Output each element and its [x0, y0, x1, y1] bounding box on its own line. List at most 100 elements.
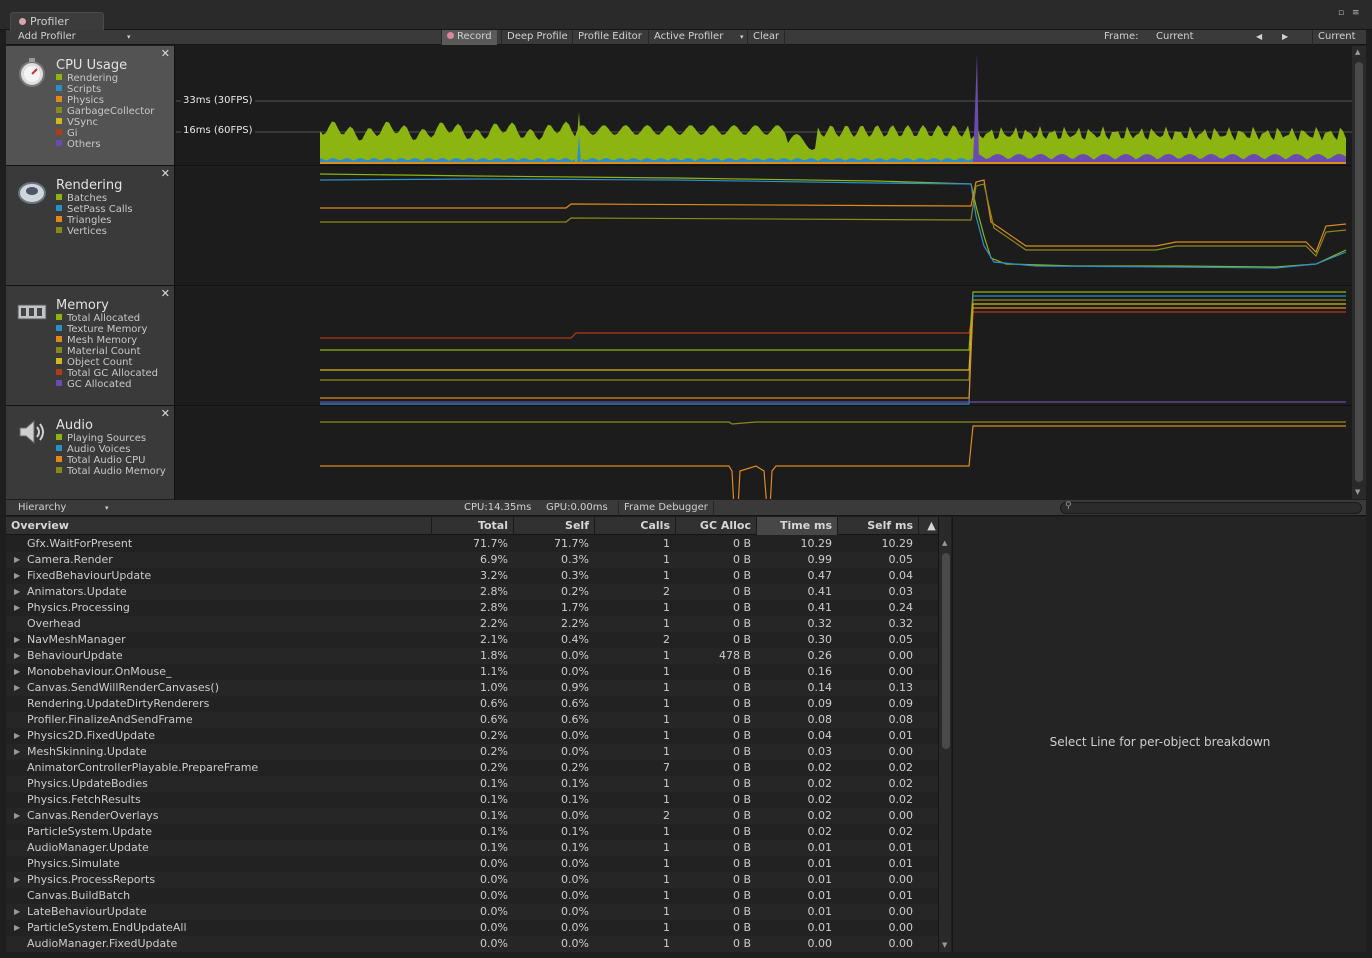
column-calls[interactable]: Calls	[594, 517, 675, 535]
cpu-usage-legend[interactable]: CPU Usage ✕ Rendering Scripts Physics Ga…	[6, 46, 175, 165]
legend-item[interactable]: Total Audio Memory	[56, 466, 166, 477]
expand-arrow-icon[interactable]: ▶	[14, 680, 20, 696]
rendering-lane[interactable]: Rendering ✕ Batches SetPass Calls Triang…	[6, 166, 1352, 286]
scroll-down-icon[interactable]: ▼	[942, 941, 947, 949]
expand-arrow-icon[interactable]: ▶	[14, 552, 20, 568]
legend-item[interactable]: Vertices	[56, 226, 133, 237]
scroll-up-icon[interactable]: ▲	[942, 539, 947, 547]
legend-item[interactable]: Material Count	[56, 346, 158, 357]
table-row[interactable]: ▶ Physics2D.FixedUpdate 0.2% 0.0% 1 0 B 0.04 0.…	[6, 728, 944, 744]
column-total[interactable]: Total	[431, 517, 513, 535]
table-row[interactable]: Canvas.BuildBatch 0.0% 0.0% 1 0 B 0.01 0.01	[6, 888, 944, 904]
legend-item[interactable]: Texture Memory	[56, 324, 158, 335]
table-row[interactable]: ▶ Physics.ProcessReports 0.0% 0.0% 1 0 B 0.01 0…	[6, 872, 944, 888]
legend-item[interactable]: Total Allocated	[56, 313, 158, 324]
legend-item[interactable]: Physics	[56, 95, 154, 106]
scrollbar-thumb[interactable]	[942, 553, 950, 749]
table-scrollbar[interactable]: ▲ ▼	[938, 517, 951, 952]
table-row[interactable]: Physics.FetchResults 0.1% 0.1% 1 0 B 0.02 0.02	[6, 792, 944, 808]
table-row[interactable]: ▶ MeshSkinning.Update 0.2% 0.0% 1 0 B 0.03 0.00	[6, 744, 944, 760]
clear-button[interactable]: Clear	[747, 30, 786, 45]
expand-arrow-icon[interactable]: ▶	[14, 584, 20, 600]
close-icon[interactable]: ✕	[161, 47, 170, 60]
column-overview[interactable]: Overview	[6, 517, 431, 535]
next-frame-icon[interactable]: ▶	[1282, 30, 1288, 45]
table-row[interactable]: ▶ Physics.Processing 2.8% 1.7% 1 0 B 0.41 0.24	[6, 600, 944, 616]
table-row[interactable]: Profiler.FinalizeAndSendFrame 0.6% 0.6% 1 0 …	[6, 712, 944, 728]
table-row[interactable]: ParticleSystem.Update 0.1% 0.1% 1 0 B 0.02 0.0…	[6, 824, 944, 840]
legend-item[interactable]: SetPass Calls	[56, 204, 133, 215]
profiler-window-tab[interactable]: Profiler	[10, 12, 104, 30]
window-menu-icon[interactable]: ≡	[1352, 8, 1360, 18]
legend-item[interactable]: Object Count	[56, 357, 158, 368]
table-row[interactable]: ▶ Animators.Update 2.8% 0.2% 2 0 B 0.41 0.03	[6, 584, 944, 600]
table-row[interactable]: Gfx.WaitForPresent 71.7% 71.7% 1 0 B 10.29 10.…	[6, 536, 944, 552]
cpu-usage-lane[interactable]: CPU Usage ✕ Rendering Scripts Physics Ga…	[6, 46, 1352, 166]
rendering-plot[interactable]	[176, 166, 1352, 285]
audio-lane[interactable]: Audio ✕ Playing Sources Audio Voices Tot…	[6, 406, 1352, 499]
legend-item[interactable]: GarbageCollector	[56, 106, 154, 117]
table-row[interactable]: Physics.UpdateBodies 0.1% 0.1% 1 0 B 0.02 0.02	[6, 776, 944, 792]
legend-item[interactable]: Mesh Memory	[56, 335, 158, 346]
legend-item[interactable]: GC Allocated	[56, 379, 158, 390]
legend-item[interactable]: Playing Sources	[56, 433, 166, 444]
column-self[interactable]: Self	[513, 517, 594, 535]
legend-item[interactable]: Rendering	[56, 73, 154, 84]
memory-plot[interactable]	[176, 286, 1352, 405]
audio-legend[interactable]: Audio ✕ Playing Sources Audio Voices Tot…	[6, 406, 175, 499]
table-row[interactable]: ▶ BehaviourUpdate 1.8% 0.0% 1 478 B 0.26 0.00	[6, 648, 944, 664]
maximize-icon[interactable]: ▫	[1338, 8, 1344, 18]
table-row[interactable]: Rendering.UpdateDirtyRenderers 0.6% 0.6% 1 0…	[6, 696, 944, 712]
table-row[interactable]: ▶ ParticleSystem.EndUpdateAll 0.0% 0.0% 1 0 B…	[6, 920, 944, 936]
previous-frame-icon[interactable]: ◀	[1256, 30, 1262, 45]
audio-plot[interactable]	[176, 406, 1352, 499]
legend-item[interactable]: Scripts	[56, 84, 154, 95]
rendering-legend[interactable]: Rendering ✕ Batches SetPass Calls Triang…	[6, 166, 175, 285]
expand-arrow-icon[interactable]: ▶	[14, 648, 20, 664]
expand-arrow-icon[interactable]: ▶	[14, 600, 20, 616]
legend-item[interactable]: Audio Voices	[56, 444, 166, 455]
close-icon[interactable]: ✕	[161, 167, 170, 180]
table-row[interactable]: Overhead 2.2% 2.2% 1 0 B 0.32 0.32	[6, 616, 944, 632]
expand-arrow-icon[interactable]: ▶	[14, 664, 20, 680]
scroll-up-icon[interactable]: ▲	[1355, 48, 1360, 56]
view-mode-dropdown[interactable]: Hierarchy ▾	[18, 501, 109, 516]
table-row[interactable]: Physics.Simulate 0.0% 0.0% 1 0 B 0.01 0.01	[6, 856, 944, 872]
search-input[interactable]: ⚲	[1060, 501, 1362, 514]
legend-item[interactable]: VSync	[56, 117, 154, 128]
table-row[interactable]: ▶ FixedBehaviourUpdate 3.2% 0.3% 1 0 B 0.47 0.0…	[6, 568, 944, 584]
scrollbar-thumb[interactable]	[1355, 62, 1363, 482]
table-row[interactable]: ▶ LateBehaviourUpdate 0.0% 0.0% 1 0 B 0.01 0.00	[6, 904, 944, 920]
expand-arrow-icon[interactable]: ▶	[14, 920, 20, 936]
legend-item[interactable]: Total Audio CPU	[56, 455, 166, 466]
add-profiler-dropdown[interactable]: Add Profiler ▾	[18, 30, 131, 45]
expand-arrow-icon[interactable]: ▶	[14, 632, 20, 648]
table-row[interactable]: ▶ Canvas.SendWillRenderCanvases() 1.0% 0.9%…	[6, 680, 944, 696]
expand-arrow-icon[interactable]: ▶	[14, 568, 20, 584]
table-row[interactable]: AudioManager.Update 0.1% 0.1% 1 0 B 0.01 0.01	[6, 840, 944, 856]
column-time-ms[interactable]: Time ms	[756, 517, 837, 535]
record-button[interactable]: Record	[441, 30, 497, 45]
memory-lane[interactable]: Memory ✕ Total Allocated Texture Memory …	[6, 286, 1352, 406]
column-self-ms[interactable]: Self ms	[837, 517, 918, 535]
legend-item[interactable]: Triangles	[56, 215, 133, 226]
close-icon[interactable]: ✕	[161, 407, 170, 420]
table-row[interactable]: ▶ NavMeshManager 2.1% 0.4% 2 0 B 0.30 0.05	[6, 632, 944, 648]
table-row[interactable]: ▶ Monobehaviour.OnMouse_ 1.1% 0.0% 1 0 B 0.16 0…	[6, 664, 944, 680]
frame-debugger-button[interactable]: Frame Debugger	[618, 501, 714, 516]
profile-editor-button[interactable]: Profile Editor	[572, 30, 647, 45]
graphs-scrollbar[interactable]: ▲ ▼	[1352, 46, 1366, 499]
table-row[interactable]: AnimatorControllerPlayable.PrepareFrame 0…	[6, 760, 944, 776]
close-icon[interactable]: ✕	[161, 287, 170, 300]
legend-item[interactable]: Batches	[56, 193, 133, 204]
deep-profile-button[interactable]: Deep Profile	[501, 30, 573, 45]
active-profiler-dropdown[interactable]: Active Profiler ▾	[648, 30, 748, 45]
table-row[interactable]: ▶ Camera.Render 6.9% 0.3% 1 0 B 0.99 0.05	[6, 552, 944, 568]
legend-item[interactable]: Total GC Allocated	[56, 368, 158, 379]
scroll-down-icon[interactable]: ▼	[1355, 488, 1360, 496]
expand-arrow-icon[interactable]: ▶	[14, 808, 20, 824]
expand-arrow-icon[interactable]: ▶	[14, 728, 20, 744]
expand-arrow-icon[interactable]: ▶	[14, 872, 20, 888]
legend-item[interactable]: Others	[56, 139, 154, 150]
column-gc-alloc[interactable]: GC Alloc	[675, 517, 756, 535]
